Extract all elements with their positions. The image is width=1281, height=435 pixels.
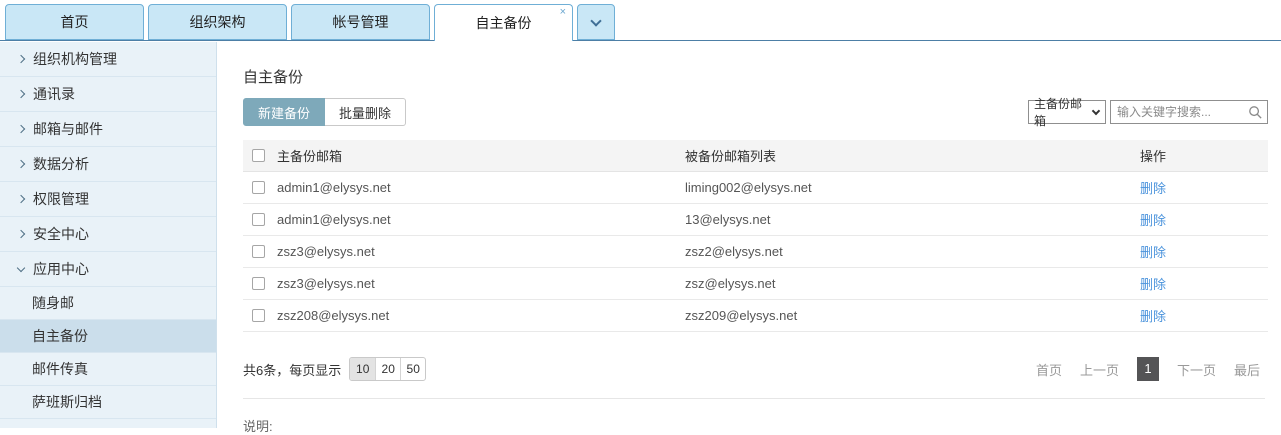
chevron-right-icon	[17, 160, 25, 168]
page-size-group: 10 20 50	[349, 357, 426, 381]
filter-field-select[interactable]: 主备份邮箱	[1028, 100, 1106, 124]
sidebar-item-label: 邮箱与邮件	[33, 119, 103, 139]
sidebar-item-app-center[interactable]: 应用中心	[0, 252, 216, 287]
sidebar-item-org-management[interactable]: 组织机构管理	[0, 42, 216, 77]
chevron-down-icon	[1092, 106, 1100, 114]
row-checkbox[interactable]	[252, 309, 265, 322]
search-box	[1110, 100, 1268, 124]
table-row: zsz3@elysys.net zsz@elysys.net 删除	[243, 268, 1268, 300]
tab-list-dropdown-button[interactable]	[577, 4, 615, 40]
batch-delete-button[interactable]: 批量删除	[325, 98, 406, 126]
tab-label: 首页	[61, 12, 89, 32]
delete-link[interactable]: 删除	[1140, 213, 1166, 228]
primary-mailbox-cell: admin1@elysys.net	[277, 180, 685, 195]
primary-mailbox-cell: admin1@elysys.net	[277, 212, 685, 227]
chevron-right-icon	[17, 195, 25, 203]
chevron-down-icon	[590, 15, 601, 26]
sidebar-item-portable-mail[interactable]: 随身邮	[0, 287, 216, 320]
backed-mailbox-cell: 13@elysys.net	[685, 212, 1140, 227]
table-header-row: 主备份邮箱 被备份邮箱列表 操作	[243, 140, 1268, 172]
pagination: 首页 上一页 1 下一页 最后	[1036, 357, 1260, 381]
sidebar-item-label: 自主备份	[32, 326, 88, 346]
current-page-button[interactable]: 1	[1137, 357, 1159, 381]
page-title: 自主备份	[243, 66, 303, 87]
backed-mailbox-cell: zsz209@elysys.net	[685, 308, 1140, 323]
page-size-50[interactable]: 50	[400, 358, 425, 380]
first-page-link[interactable]: 首页	[1036, 360, 1062, 379]
primary-mailbox-cell: zsz208@elysys.net	[277, 308, 685, 323]
delete-link[interactable]: 删除	[1140, 181, 1166, 196]
table-row: admin1@elysys.net liming002@elysys.net 删…	[243, 172, 1268, 204]
row-checkbox[interactable]	[252, 213, 265, 226]
sidebar-item-contacts[interactable]: 通讯录	[0, 77, 216, 112]
filter-selected-value: 主备份邮箱	[1034, 95, 1093, 129]
sidebar-item-label: 应用中心	[33, 259, 89, 279]
header-primary-mailbox: 主备份邮箱	[277, 146, 685, 165]
page-size-10[interactable]: 10	[350, 358, 375, 380]
pagination-summary: 共6条，每页显示 10 20 50	[243, 357, 426, 381]
tab-label: 组织架构	[190, 12, 246, 32]
table-row: zsz208@elysys.net zsz209@elysys.net 删除	[243, 300, 1268, 332]
primary-mailbox-cell: zsz3@elysys.net	[277, 244, 685, 259]
next-page-link[interactable]: 下一页	[1177, 360, 1216, 379]
sidebar-item-permissions[interactable]: 权限管理	[0, 182, 216, 217]
sidebar-item-self-backup[interactable]: 自主备份	[0, 320, 216, 353]
sidebar-item-security-center[interactable]: 安全中心	[0, 217, 216, 252]
sidebar-item-label: 数据分析	[33, 154, 89, 174]
backed-mailbox-cell: zsz@elysys.net	[685, 276, 1140, 291]
record-count-text: 共6条，每页显示	[243, 360, 341, 379]
chevron-down-icon	[17, 263, 25, 271]
sidebar-item-label: 邮件传真	[32, 359, 88, 379]
backed-mailbox-cell: zsz2@elysys.net	[685, 244, 1140, 259]
tabbar-underline	[0, 40, 1281, 41]
chevron-right-icon	[17, 55, 25, 63]
chevron-right-icon	[17, 90, 25, 98]
row-checkbox[interactable]	[252, 277, 265, 290]
sidebar-item-label: 通讯录	[33, 84, 75, 104]
chevron-right-icon	[17, 125, 25, 133]
footnote-label: 说明:	[243, 416, 273, 435]
tab-organization[interactable]: 组织架构	[148, 4, 287, 40]
delete-link[interactable]: 删除	[1140, 309, 1166, 324]
sidebar-item-sarbanes-archive[interactable]: 萨班斯归档	[0, 386, 216, 419]
delete-link[interactable]: 删除	[1140, 245, 1166, 260]
sidebar-item-label: 萨班斯归档	[32, 392, 102, 412]
table-row: zsz3@elysys.net zsz2@elysys.net 删除	[243, 236, 1268, 268]
sidebar-item-mailbox-mail[interactable]: 邮箱与邮件	[0, 112, 216, 147]
search-input[interactable]	[1111, 101, 1248, 123]
row-checkbox[interactable]	[252, 245, 265, 258]
header-backed-mailbox-list: 被备份邮箱列表	[685, 146, 1140, 165]
header-actions: 操作	[1140, 146, 1268, 165]
primary-mailbox-cell: zsz3@elysys.net	[277, 276, 685, 291]
divider	[243, 398, 1265, 399]
close-icon[interactable]: ×	[560, 7, 566, 18]
sidebar-item-label: 随身邮	[32, 293, 74, 313]
backed-mailbox-cell: liming002@elysys.net	[685, 180, 1140, 195]
prev-page-link[interactable]: 上一页	[1080, 360, 1119, 379]
last-page-link[interactable]: 最后	[1234, 360, 1260, 379]
page-size-20[interactable]: 20	[375, 358, 400, 380]
new-backup-button[interactable]: 新建备份	[243, 98, 325, 126]
sidebar-item-label: 安全中心	[33, 224, 89, 244]
sidebar-item-mail-fax[interactable]: 邮件传真	[0, 353, 216, 386]
row-checkbox[interactable]	[252, 181, 265, 194]
backup-table: 主备份邮箱 被备份邮箱列表 操作 admin1@elysys.net limin…	[243, 140, 1268, 332]
tab-home[interactable]: 首页	[5, 4, 144, 40]
sidebar-item-label: 组织机构管理	[33, 49, 117, 69]
tab-accounts[interactable]: 帐号管理	[291, 4, 430, 40]
toolbar: 新建备份 批量删除	[243, 98, 406, 126]
tab-bar: 首页 组织架构 帐号管理 自主备份 ×	[0, 0, 1281, 41]
chevron-right-icon	[17, 230, 25, 238]
header-checkbox-cell	[243, 149, 277, 162]
sidebar-item-label: 权限管理	[33, 189, 89, 209]
tab-label: 自主备份	[476, 13, 532, 33]
tab-self-backup[interactable]: 自主备份 ×	[434, 4, 573, 41]
sidebar-item-data-analysis[interactable]: 数据分析	[0, 147, 216, 182]
delete-link[interactable]: 删除	[1140, 277, 1166, 292]
tab-label: 帐号管理	[333, 12, 389, 32]
search-icon[interactable]	[1248, 105, 1263, 120]
select-all-checkbox[interactable]	[252, 149, 265, 162]
sidebar: 组织机构管理 通讯录 邮箱与邮件 数据分析 权限管理 安全中心 应用中心 随身邮…	[0, 42, 217, 428]
table-row: admin1@elysys.net 13@elysys.net 删除	[243, 204, 1268, 236]
